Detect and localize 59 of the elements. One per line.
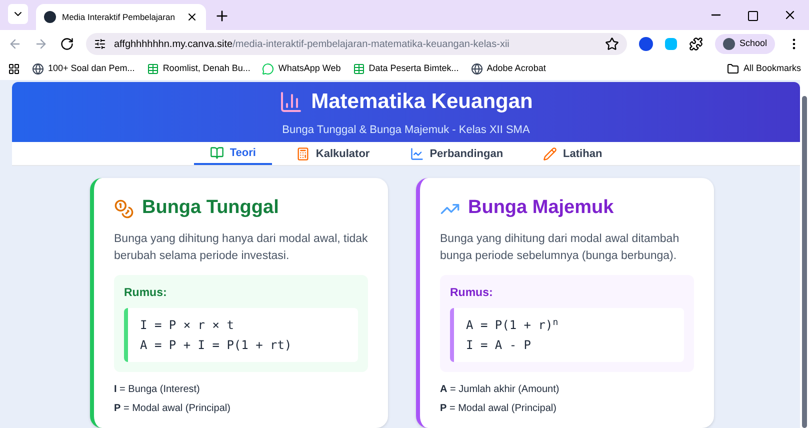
nav-tab[interactable]: Kalkulator — [280, 142, 386, 166]
bookmark-link[interactable]: Adobe Acrobat — [470, 62, 546, 76]
tab-list-button[interactable] — [8, 4, 28, 24]
all-bookmarks-link[interactable]: All Bookmarks — [727, 62, 801, 76]
formula-text: I = P × r × t — [140, 317, 235, 334]
nav-tab[interactable]: Latihan — [527, 142, 618, 166]
scrollbar[interactable] — [800, 80, 809, 428]
site-icon — [44, 11, 56, 23]
line-chart-icon — [410, 146, 424, 161]
bookmark-link[interactable]: 100+ Soal dan Pem... — [32, 62, 135, 76]
card-description: Bunga yang dihitung dari modal awal ditambah bunga periode sebelumnya (bunga berbunga). — [440, 232, 680, 264]
formula-label: Rumus: — [450, 286, 494, 301]
definition-text: I = Bunga (Interest) — [114, 383, 201, 397]
page-title: Matematika Keuangan — [311, 89, 533, 116]
table-icon — [146, 63, 159, 75]
definition-text: A = Jumlah akhir (Amount) — [440, 383, 560, 397]
chat-icon — [262, 63, 274, 75]
card-description: Bunga yang dihitung hanya dari modal awal, tidak berubah selama periode investasi. — [114, 232, 368, 264]
card-title: Bunga Majemuk — [468, 196, 614, 220]
extensions-icon[interactable] — [689, 37, 704, 51]
bookmark-link[interactable]: Data Peserta Bimtek... — [352, 62, 459, 76]
bar-chart-icon — [279, 90, 304, 114]
site-settings-icon[interactable] — [94, 38, 106, 50]
bookmark-link[interactable]: WhatsApp Web — [262, 62, 341, 76]
book-icon — [210, 146, 224, 160]
bookmark-star-icon[interactable] — [605, 37, 620, 51]
close-icon[interactable] — [186, 11, 198, 23]
profile-button[interactable]: School — [715, 34, 775, 54]
formula-text: A = P + I = P(1 + rt) — [140, 337, 293, 354]
avatar-icon — [723, 38, 736, 50]
page-subtitle: Bunga Tunggal & Bunga Majemuk - Kelas XII SMA — [282, 122, 530, 138]
nav-tab[interactable]: Perbandingan — [394, 142, 520, 166]
formula-label: Rumus: — [124, 286, 168, 301]
definition-text: P = Modal awal (Principal) — [440, 402, 558, 416]
globe-icon — [32, 63, 44, 75]
nav-tab[interactable]: Teori — [194, 142, 272, 166]
card-title: Bunga Tunggal — [142, 196, 279, 220]
globe-icon — [470, 63, 483, 75]
formula-text: A = P(1 + r)$^{n}$ — [466, 316, 560, 334]
address-bar[interactable]: affghhhhhhn.my.canva.site/media-interaktif-pembelajaran-matematika-keuangan-kelas-xii — [86, 33, 628, 55]
pencil-icon — [543, 146, 558, 161]
apps-icon[interactable] — [8, 63, 20, 75]
new-tab-icon[interactable] — [214, 8, 230, 24]
forward-icon[interactable] — [34, 37, 48, 51]
bookmark-link[interactable]: Roomlist, Denah Bu... — [146, 62, 250, 76]
browser-tab[interactable]: Media Interaktif Pembelajaran — [36, 4, 206, 30]
formula-text: I = A - P — [466, 337, 532, 354]
calculator-icon — [296, 146, 310, 161]
restore-icon[interactable] — [747, 10, 759, 22]
close-icon[interactable] — [783, 8, 797, 22]
tab-title: Media Interaktif Pembelajaran — [62, 10, 176, 24]
definition-text: P = Modal awal (Principal) — [114, 402, 232, 416]
url-text: affghhhhhhn.my.canva.site/media-interaktif-pembelajaran-matematika-keuangan-kelas-xii — [114, 38, 510, 52]
extension-icon[interactable] — [639, 37, 654, 51]
table-icon — [352, 63, 365, 75]
reload-icon[interactable] — [60, 37, 74, 51]
coins-icon — [114, 198, 134, 218]
back-icon[interactable] — [8, 37, 22, 51]
folder-icon — [727, 63, 740, 75]
